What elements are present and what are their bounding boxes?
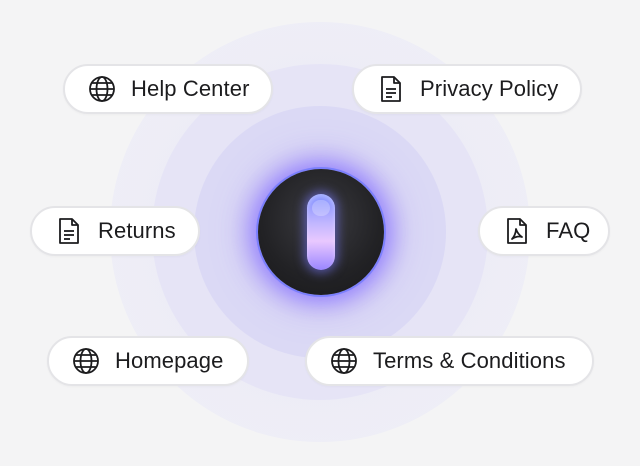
document-icon xyxy=(376,74,406,104)
globe-icon xyxy=(71,346,101,376)
document-icon xyxy=(54,216,84,246)
globe-icon xyxy=(329,346,359,376)
terms-conditions-chip[interactable]: Terms & Conditions xyxy=(305,336,594,386)
globe-icon xyxy=(87,74,117,104)
help-center-label: Help Center xyxy=(131,76,250,101)
homepage-chip[interactable]: Homepage xyxy=(47,336,249,386)
faq-chip[interactable]: FAQ xyxy=(478,206,610,256)
returns-chip[interactable]: Returns xyxy=(30,206,200,256)
pdf-document-icon xyxy=(502,216,532,246)
returns-label: Returns xyxy=(98,218,176,243)
terms-conditions-label: Terms & Conditions xyxy=(373,348,566,373)
help-center-chip[interactable]: Help Center xyxy=(63,64,273,114)
privacy-policy-label: Privacy Policy xyxy=(420,76,559,101)
link-hub-canvas: Help Center Privacy Policy Returns FAQ H… xyxy=(0,0,640,466)
faq-label: FAQ xyxy=(546,218,591,243)
assistant-core-button[interactable] xyxy=(258,169,384,295)
privacy-policy-chip[interactable]: Privacy Policy xyxy=(352,64,582,114)
assistant-pill-indicator xyxy=(307,194,335,270)
homepage-label: Homepage xyxy=(115,348,224,373)
